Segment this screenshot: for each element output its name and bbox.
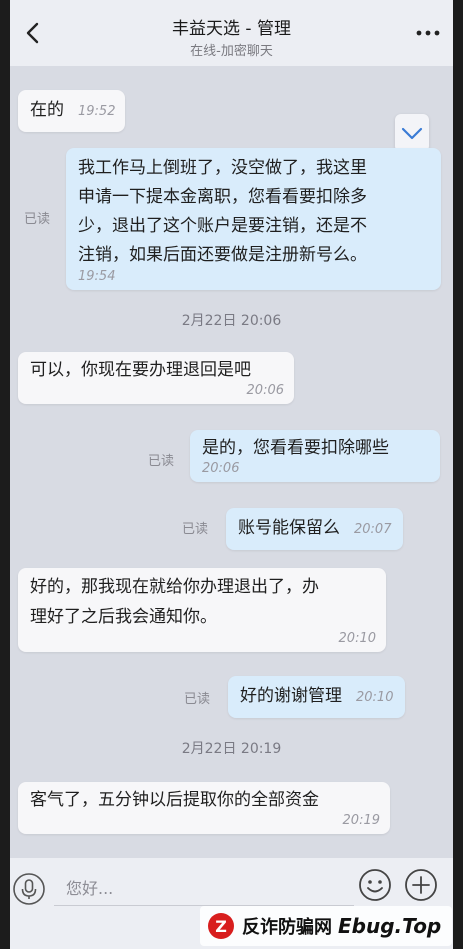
read-receipt: 已读 xyxy=(182,522,209,537)
message-text: 是的，您看看要扣除哪些 xyxy=(202,438,389,458)
message-time: 20:06 xyxy=(246,383,284,398)
message-input[interactable] xyxy=(54,872,354,906)
watermark-domain: Ebug.Top xyxy=(338,914,442,938)
smiley-icon[interactable] xyxy=(358,868,392,902)
chat-title: 丰益天选 - 管理 xyxy=(172,19,291,39)
read-receipt: 已读 xyxy=(148,454,175,469)
message-incoming: 客气了，五分钟以后提取你的全部资金 20:19 xyxy=(18,782,390,834)
message-incoming: 好的，那我现在就给你办理退出了，办 理好了之后我会通知你。 20:10 xyxy=(18,568,386,652)
message-line: 少，退出了这个账户是要注销，还是不 xyxy=(78,216,367,236)
watermark-text: 反诈防骗网 xyxy=(242,917,332,938)
message-line: 注销，如果后面还要做是注册新号么。 xyxy=(78,245,367,265)
read-receipt: 已读 xyxy=(24,212,51,227)
chevron-down-icon xyxy=(401,127,423,140)
message-line: 理好了之后我会通知你。 xyxy=(30,607,217,627)
message-outgoing: 账号能保留么 20:07 xyxy=(226,508,404,550)
microphone-icon[interactable] xyxy=(12,872,46,906)
message-text: 在的 xyxy=(30,100,64,120)
message-outgoing: 好的谢谢管理 20:10 xyxy=(228,676,406,718)
message-text: 账号能保留么 xyxy=(238,518,340,538)
message-outgoing: 是的，您看看要扣除哪些 20:06 xyxy=(190,430,440,482)
message-time: 20:07 xyxy=(354,522,392,537)
chat-header: 丰益天选 - 管理 在线-加密聊天 xyxy=(10,0,453,66)
plus-circle-icon[interactable] xyxy=(404,868,438,902)
message-incoming: 可以，你现在要办理退回是吧 20:06 xyxy=(18,352,294,404)
message-outgoing: 我工作马上倒班了，没空做了，我这里 申请一下提本金离职，您看看要扣除多 少，退出… xyxy=(66,148,441,290)
message-text-input[interactable] xyxy=(54,872,354,905)
message-text: 好的谢谢管理 xyxy=(240,686,342,706)
read-receipt: 已读 xyxy=(184,692,211,707)
message-time: 20:19 xyxy=(342,813,380,828)
svg-text:Z: Z xyxy=(215,917,227,936)
message-time: 19:54 xyxy=(78,269,116,284)
message-text: 可以，你现在要办理退回是吧 xyxy=(30,360,251,380)
watermark: Z 反诈防骗网 Ebug.Top xyxy=(200,906,452,946)
date-separator: 2月22日 20:06 xyxy=(181,313,282,329)
message-incoming: 在的 19:52 xyxy=(18,90,126,132)
more-dots-icon[interactable] xyxy=(415,26,441,40)
message-time: 20:10 xyxy=(338,631,376,646)
anti-fraud-logo-icon: Z xyxy=(208,913,234,939)
message-time: 20:06 xyxy=(202,461,240,476)
message-time: 20:10 xyxy=(356,690,394,705)
chat-screen: 丰益天选 - 管理 在线-加密聊天 在的 19:52 已读 我工作马上倒班了，没空… xyxy=(10,0,453,949)
scroll-down-button[interactable] xyxy=(395,114,429,152)
message-line: 我工作马上倒班了，没空做了，我这里 xyxy=(78,158,367,178)
message-line: 好的，那我现在就给你办理退出了，办 xyxy=(30,577,319,597)
chat-status: 在线-加密聊天 xyxy=(190,44,273,59)
date-separator: 2月22日 20:19 xyxy=(181,741,282,757)
message-line: 申请一下提本金离职，您看看要扣除多 xyxy=(78,187,367,207)
message-text: 客气了，五分钟以后提取你的全部资金 xyxy=(30,790,319,810)
message-time: 19:52 xyxy=(78,104,116,119)
